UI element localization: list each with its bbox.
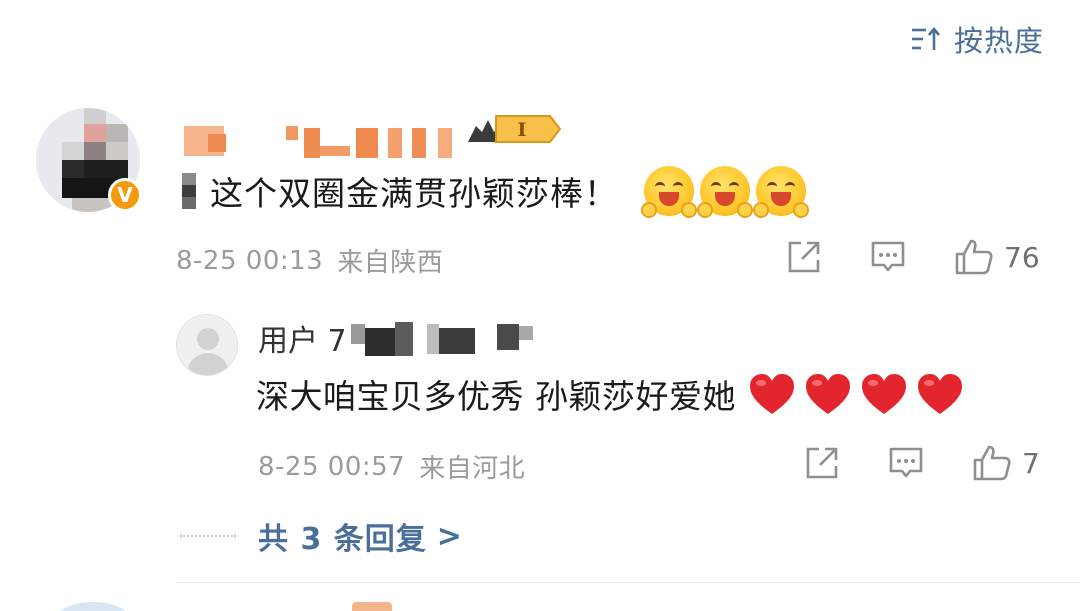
red-heart-icon [806, 374, 850, 414]
level-badge-text: I [518, 119, 527, 141]
reply-time: 8-25 00:57 [258, 451, 406, 482]
cheering-emoji-icon [641, 166, 697, 218]
reply-default-avatar[interactable] [176, 314, 238, 376]
next-comment-avatar[interactable] [58, 602, 128, 611]
cheering-emoji-icon [753, 166, 809, 218]
share-button[interactable] [786, 239, 822, 275]
reply-body: 深大咱宝贝多优秀 孙颖莎好爱她 [256, 370, 964, 418]
comment-location: 来自陕西 [337, 248, 444, 278]
reply-like-count: 7 [1022, 446, 1040, 480]
like-button[interactable]: 76 [954, 238, 1040, 276]
level-badge: I [466, 112, 562, 146]
red-heart-icon [750, 374, 794, 414]
more-replies-label: 共 3 条回复 [258, 522, 427, 557]
next-comment-username[interactable] [352, 602, 392, 611]
comment-text: 这个双圈金满贯孙颖莎棒！ [210, 174, 618, 213]
share-icon [806, 447, 838, 479]
comment-icon [889, 447, 923, 478]
default-avatar-body [187, 353, 229, 375]
default-avatar-head [197, 328, 219, 350]
redacted-block [182, 173, 196, 209]
thumbs-up-icon [955, 239, 993, 275]
comment-time: 8-25 00:13 [176, 245, 324, 276]
comment-actions: 76 [786, 238, 1040, 276]
dotted-divider [180, 535, 236, 537]
comment-body: 这个双圈金满贯孙颖莎棒！ [182, 166, 809, 218]
view-more-replies[interactable]: 共 3 条回复 > [180, 514, 462, 558]
comment-icon [871, 241, 905, 272]
reply-username-mosaic [350, 318, 541, 358]
sort-toggle[interactable]: 按热度 [910, 18, 1044, 60]
thumbs-up-icon [973, 445, 1011, 481]
comment-divider [176, 582, 1080, 583]
emoji-row [641, 166, 809, 218]
red-heart-icon [862, 374, 906, 414]
reply-username-prefix: 用户 7 [258, 324, 347, 359]
reply-location: 来自河北 [419, 454, 526, 484]
reply-like-button[interactable]: 7 [972, 444, 1040, 482]
chevron-right-icon: > [436, 518, 462, 554]
comment-meta: 8-25 00:13 来自陕西 [176, 242, 443, 279]
reply-share-button[interactable] [804, 445, 840, 481]
reply-text: 深大咱宝贝多优秀 孙颖莎好爱她 [256, 377, 736, 416]
reply-comment-button[interactable] [888, 445, 924, 481]
reply-button[interactable] [870, 239, 906, 275]
like-count: 76 [1004, 240, 1040, 274]
reply-meta: 8-25 00:57 来自河北 [258, 448, 525, 485]
heart-row [740, 372, 964, 416]
cheering-emoji-icon [697, 166, 753, 218]
username-mosaic[interactable] [182, 122, 472, 158]
sort-descending-icon [910, 26, 942, 52]
reply-username[interactable]: 用户 7 [258, 316, 541, 360]
sort-label: 按热度 [953, 24, 1044, 58]
reply-actions: 7 [804, 444, 1040, 482]
red-heart-icon [918, 374, 962, 414]
verified-badge: V [108, 178, 142, 212]
share-icon [788, 241, 820, 273]
